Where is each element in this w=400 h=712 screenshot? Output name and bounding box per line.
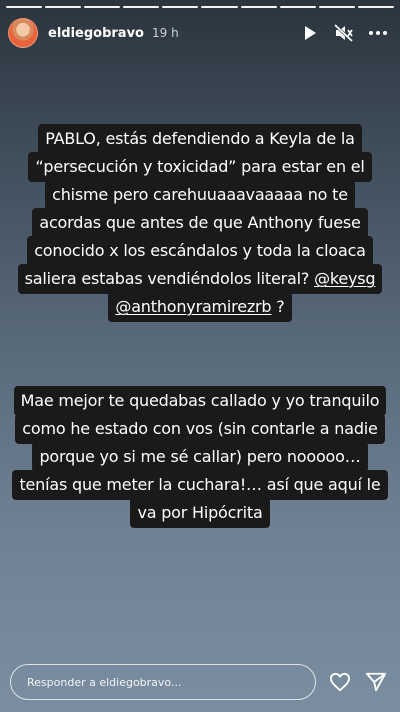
story-text-line: Mae mejor te quedabas callado y yo tranq…: [13, 386, 387, 416]
progress-segment: [240, 6, 277, 8]
progress-segment: [279, 6, 316, 8]
send-icon[interactable]: [364, 670, 388, 694]
more-options-icon[interactable]: [368, 23, 388, 43]
story-text-line: como he estado con vos (sin contarle a n…: [15, 414, 385, 444]
progress-segment: [357, 6, 394, 8]
progress-segment: [84, 6, 121, 8]
progress-segment: [45, 6, 82, 8]
avatar[interactable]: [8, 18, 38, 48]
heart-icon[interactable]: [328, 670, 352, 694]
story-text-line: tenías que meter la cuchara!… así que aq…: [12, 470, 388, 500]
story-text-line: “persecución y toxicidad” para estar en …: [28, 152, 372, 182]
play-icon[interactable]: [300, 23, 320, 43]
story-text-line: saliera estabas vendiéndolos literal? @k…: [17, 264, 383, 294]
story-text-fragment: saliera estabas vendiéndolos literal?: [24, 269, 310, 288]
story-text-line: acordas que antes de que Anthony fuese: [32, 208, 368, 238]
story-text-line: va por Hipócrita: [130, 498, 270, 528]
progress-segment: [123, 6, 160, 8]
story-text-paragraph-1: PABLO, estás defendiendo a Keyla de la “…: [0, 124, 400, 322]
story-text-fragment: ?: [271, 297, 285, 316]
reply-input[interactable]: Responder a eldiegobravo...: [10, 664, 316, 700]
reply-placeholder: Responder a eldiegobravo...: [27, 675, 182, 689]
progress-segment: [162, 6, 199, 8]
mention-anthonyramirezrb[interactable]: @anthonyramirezrb: [115, 297, 271, 316]
story-text-line: PABLO, estás defendiendo a Keyla de la: [38, 124, 362, 154]
progress-segment: [201, 6, 238, 8]
reply-actions: [328, 670, 388, 694]
story-progress-bar: [6, 6, 394, 8]
progress-segment: [6, 6, 43, 8]
username[interactable]: eldiegobravo: [48, 26, 144, 41]
story-text-line: @anthonyramirezrb ?: [108, 292, 292, 322]
progress-segment: [318, 6, 355, 8]
story-controls: [300, 23, 392, 43]
muted-speaker-icon[interactable]: [334, 23, 354, 43]
post-time: 19 h: [151, 26, 179, 40]
story-text-line: porque yo si me sé callar) pero nooooo…: [32, 442, 368, 472]
story-text-line: chisme pero carehuuaaavaaaaa no te: [45, 180, 355, 210]
story-text-line: conocido x los escándalos y toda la cloa…: [27, 236, 373, 266]
reply-bar: Responder a eldiegobravo...: [10, 662, 390, 702]
story-header: eldiegobravo 19 h: [8, 18, 392, 48]
mention-keysg[interactable]: @keysg: [314, 269, 376, 288]
story-text-paragraph-2: Mae mejor te quedabas callado y yo tranq…: [0, 386, 400, 528]
